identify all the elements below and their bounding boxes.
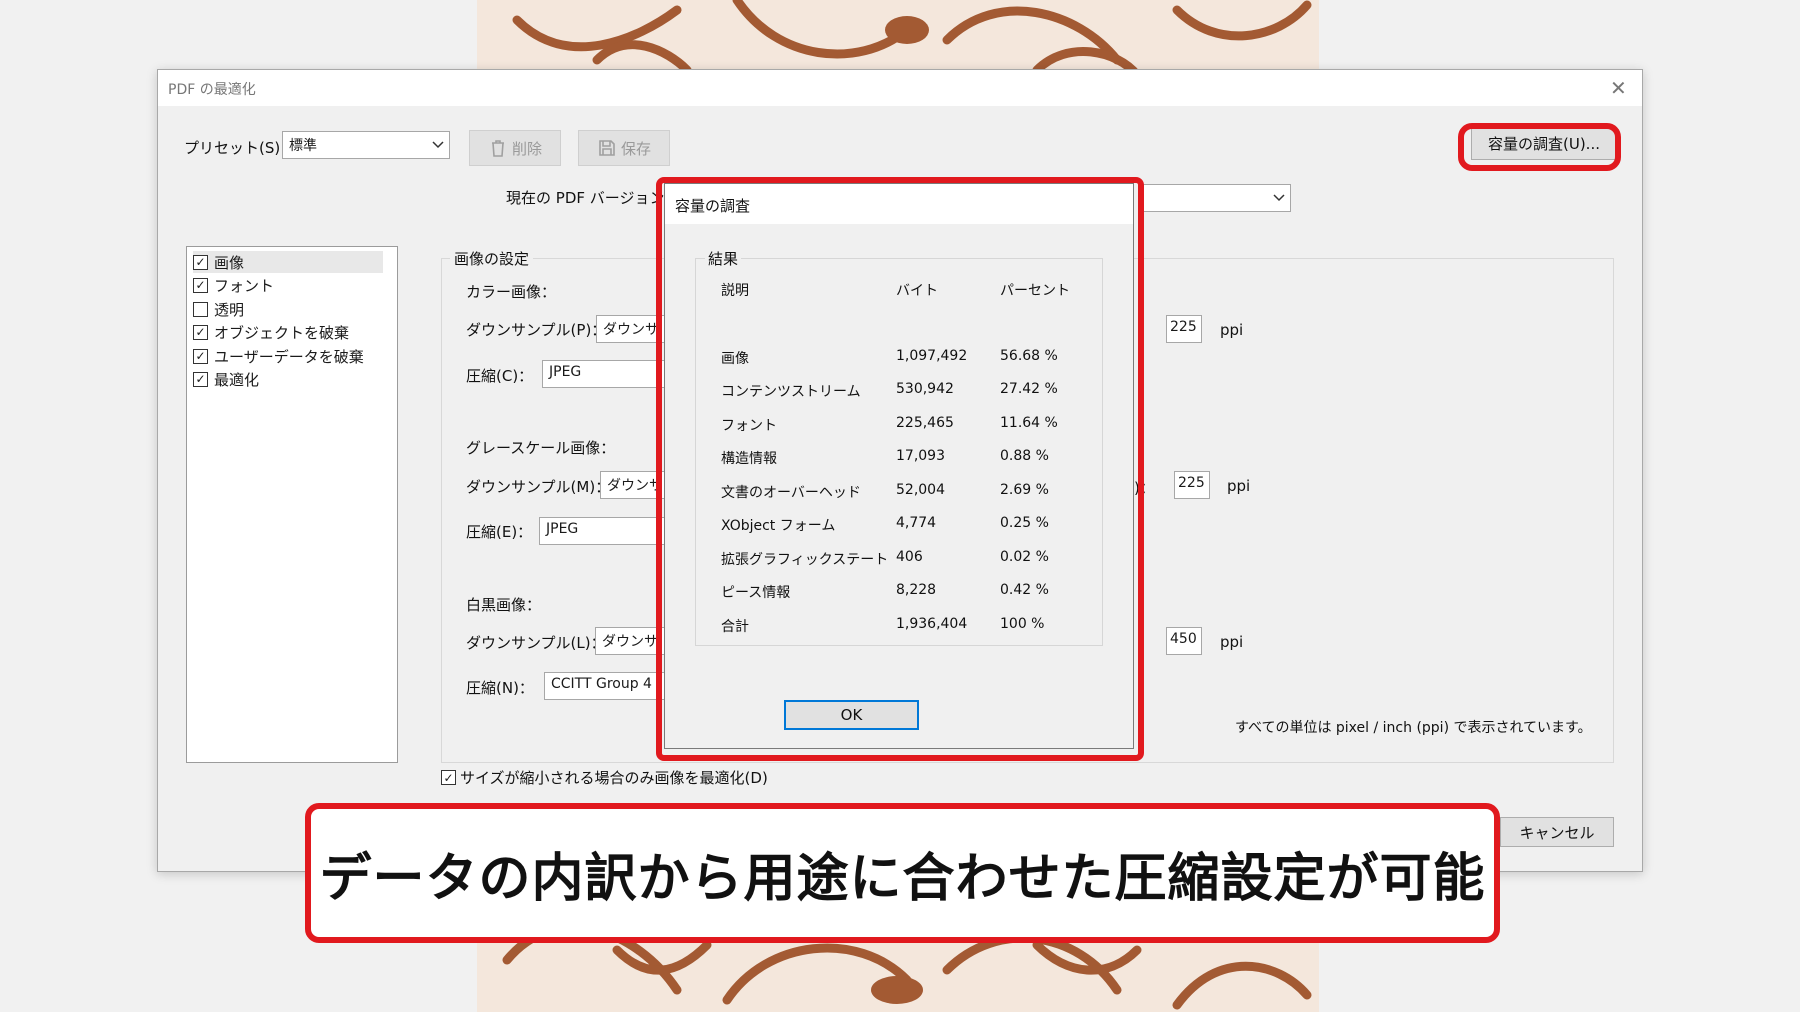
- grayscale-downsample-label: ダウンサンプル(M)：: [466, 478, 611, 496]
- audit-button-highlight: [1458, 123, 1621, 171]
- units-note: すべての単位は pixel / inch (ppi) で表示されています。: [1235, 720, 1592, 736]
- delete-button[interactable]: 削除: [469, 130, 561, 166]
- panel-item-clean-up[interactable]: ✓ 最適化: [193, 368, 383, 390]
- monochrome-ppi-value: 450: [1170, 631, 1197, 647]
- panel-item-label: 透明: [214, 300, 245, 319]
- discard-objects-checkbox[interactable]: ✓: [193, 324, 208, 340]
- panel-item-discard-objects[interactable]: ✓ オブジェクトを破棄: [193, 321, 383, 343]
- grayscale-downsample-value: ダウンサ: [607, 478, 663, 494]
- color-ppi-unit: ppi: [1220, 321, 1244, 339]
- fonts-checkbox[interactable]: ✓: [193, 277, 208, 293]
- delete-label: 削除: [511, 139, 542, 158]
- optimize-if-smaller-option[interactable]: ✓ サイズが縮小される場合のみ画像を最適化(D): [441, 767, 768, 788]
- color-ppi-value: 225: [1170, 319, 1197, 335]
- chevron-down-icon: [427, 132, 449, 158]
- panel-item-fonts[interactable]: ✓ フォント: [193, 274, 383, 296]
- panel-item-label: 最適化: [214, 370, 260, 389]
- monochrome-downsample-label: ダウンサンプル(L)：: [466, 634, 606, 652]
- save-disk-icon: [599, 140, 615, 156]
- transparency-checkbox[interactable]: [193, 301, 208, 317]
- cancel-button[interactable]: キャンセル: [1500, 817, 1614, 847]
- panel-item-images[interactable]: ✓ 画像: [193, 251, 383, 273]
- audit-dialog-highlight: [656, 177, 1144, 761]
- save-button[interactable]: 保存: [578, 130, 670, 166]
- color-downsample-value: ダウンサ: [603, 322, 659, 338]
- preset-dropdown[interactable]: 標準: [282, 131, 450, 159]
- pdf-version-dropdown[interactable]: [1141, 184, 1291, 212]
- panel-item-label: 画像: [214, 253, 245, 272]
- monochrome-ppi-unit: ppi: [1220, 633, 1244, 651]
- save-label: 保存: [620, 139, 651, 158]
- optimize-if-smaller-checkbox[interactable]: ✓: [441, 770, 456, 785]
- preset-label: プリセット(S)：: [184, 139, 296, 157]
- color-images-heading: カラー画像：: [466, 283, 557, 301]
- grayscale-compression-value: JPEG: [546, 521, 579, 537]
- caption-callout: データの内訳から用途に合わせた圧縮設定が可能: [305, 803, 1500, 943]
- monochrome-downsample-value: ダウンサ: [602, 634, 658, 650]
- monochrome-images-heading: 白黒画像：: [466, 596, 542, 614]
- grayscale-images-heading: グレースケール画像：: [466, 439, 616, 457]
- grayscale-ppi-value: 225: [1178, 475, 1205, 491]
- color-compression-value: JPEG: [549, 364, 582, 380]
- monochrome-ppi-input[interactable]: 450: [1166, 627, 1202, 655]
- panel-item-label: ユーザーデータを破棄: [214, 347, 364, 366]
- clean-up-checkbox[interactable]: ✓: [193, 371, 208, 387]
- trash-icon: [491, 140, 504, 157]
- color-compression-label: 圧縮(C)：: [466, 367, 534, 385]
- panel-item-label: オブジェクトを破棄: [214, 323, 350, 342]
- monochrome-compression-value: CCITT Group 4: [551, 676, 652, 692]
- close-icon[interactable]: ✕: [1610, 76, 1627, 100]
- settings-panel-list: ✓ 画像 ✓ フォント 透明 ✓ オブジェクトを破棄 ✓ ユーザーデータを破棄 …: [186, 246, 398, 763]
- color-downsample-label: ダウンサンプル(P)：: [466, 321, 607, 339]
- cancel-label: キャンセル: [1519, 823, 1595, 842]
- optimize-if-smaller-label: サイズが縮小される場合のみ画像を最適化(D): [460, 769, 768, 787]
- panel-item-discard-user-data[interactable]: ✓ ユーザーデータを破棄: [193, 345, 383, 367]
- title-bar: PDF の最適化 ✕: [158, 70, 1642, 106]
- chevron-down-icon: [1268, 185, 1290, 211]
- color-ppi-input[interactable]: 225: [1166, 315, 1202, 343]
- images-checkbox[interactable]: ✓: [193, 254, 208, 270]
- discard-user-data-checkbox[interactable]: ✓: [193, 348, 208, 364]
- preset-value: 標準: [289, 138, 317, 154]
- pdf-version-label: 現在の PDF バージョン：: [506, 189, 680, 207]
- caption-text: データの内訳から用途に合わせた圧縮設定が可能: [319, 848, 1486, 909]
- panel-item-label: フォント: [214, 276, 275, 295]
- image-settings-title: 画像の設定: [450, 248, 534, 269]
- grayscale-compression-label: 圧縮(E)：: [466, 523, 533, 541]
- window-title: PDF の最適化: [168, 82, 256, 98]
- monochrome-compression-label: 圧縮(N)：: [466, 679, 534, 697]
- panel-item-transparency[interactable]: 透明: [193, 298, 383, 320]
- grayscale-ppi-input[interactable]: 225: [1174, 471, 1210, 499]
- grayscale-ppi-unit: ppi: [1227, 477, 1251, 495]
